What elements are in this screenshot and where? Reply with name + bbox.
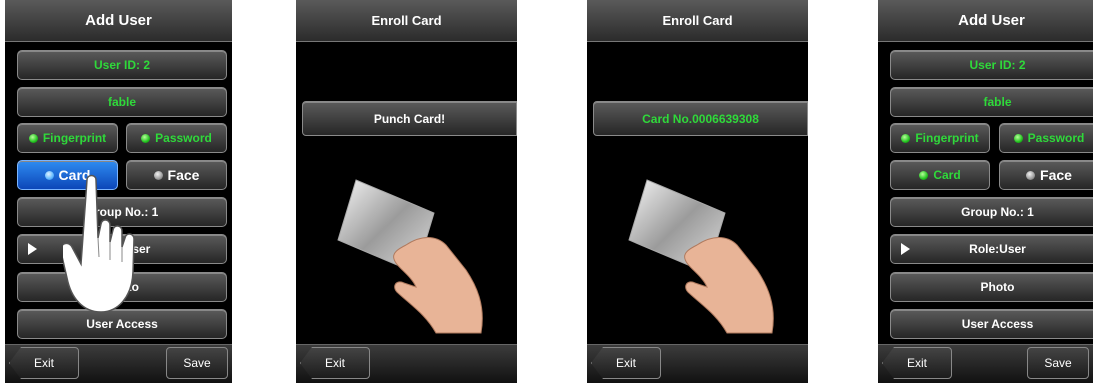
card-label: Card <box>933 168 961 182</box>
name-field[interactable]: fable <box>17 87 227 117</box>
tap-hand-icon <box>63 174 135 313</box>
exit-button[interactable]: Exit <box>300 347 370 379</box>
fingerprint-status-icon <box>901 133 911 143</box>
user-id-field[interactable]: User ID: 2 <box>17 50 227 80</box>
card-button[interactable]: Card <box>890 160 990 190</box>
role-arrow-icon <box>901 243 910 255</box>
role-arrow-icon <box>28 243 37 255</box>
card-hand-illustration <box>337 179 483 334</box>
bottom-bar: Exit Save <box>878 344 1093 383</box>
screen-enroll-card-punch: Enroll Card Punch Card! Exit <box>296 0 517 383</box>
password-label: Password <box>155 131 212 145</box>
fingerprint-button[interactable]: Fingerprint <box>17 123 118 153</box>
screen-add-user-after: Add User User ID: 2 fable Fingerprint Pa… <box>878 0 1093 383</box>
user-id-label: User ID: 2 <box>969 58 1026 72</box>
fingerprint-status-icon <box>28 133 38 143</box>
password-button[interactable]: Password <box>126 123 227 153</box>
face-button[interactable]: Face <box>999 160 1093 190</box>
card-number-label: Card No.0006639308 <box>642 111 759 126</box>
group-label: Group No.: 1 <box>961 205 1034 219</box>
name-label: fable <box>107 95 136 109</box>
role-label: Role:User <box>969 242 1026 256</box>
role-button[interactable]: Role:User <box>890 234 1093 264</box>
group-button[interactable]: Group No.: 1 <box>890 197 1093 227</box>
exit-button[interactable]: Exit <box>9 347 79 379</box>
page-title: Enroll Card <box>587 0 808 42</box>
password-status-icon <box>1013 133 1023 143</box>
save-button[interactable]: Save <box>1027 347 1089 379</box>
name-field[interactable]: fable <box>890 87 1093 117</box>
user-access-button[interactable]: User Access <box>890 309 1093 339</box>
bottom-bar: Exit Save <box>5 344 232 383</box>
face-label: Face <box>1040 167 1072 183</box>
fingerprint-label: Fingerprint <box>915 131 979 145</box>
fingerprint-label: Fingerprint <box>42 131 107 145</box>
user-id-label: User ID: 2 <box>93 58 151 72</box>
page-title: Add User <box>5 0 232 42</box>
card-status-icon <box>919 170 929 180</box>
screen-add-user-before: Add User User ID: 2 fable Fingerprint Pa… <box>5 0 232 383</box>
password-status-icon <box>141 133 151 143</box>
card-status-icon <box>44 170 54 180</box>
page-title: Add User <box>878 0 1093 42</box>
punch-card-message: Punch Card! <box>302 101 517 136</box>
fingerprint-button[interactable]: Fingerprint <box>890 123 990 153</box>
face-status-icon <box>1026 170 1036 180</box>
save-button[interactable]: Save <box>166 347 228 379</box>
bottom-bar: Exit <box>587 344 808 383</box>
name-label: fable <box>983 95 1012 109</box>
face-label: Face <box>167 167 200 183</box>
photo-label: Photo <box>980 280 1015 294</box>
photo-button[interactable]: Photo <box>890 272 1093 302</box>
user-id-field[interactable]: User ID: 2 <box>890 50 1093 80</box>
user-access-label: User Access <box>961 317 1034 331</box>
page-title: Enroll Card <box>296 0 517 42</box>
card-number-display: Card No.0006639308 <box>593 101 808 136</box>
card-hand-illustration <box>628 179 774 334</box>
bottom-bar: Exit <box>296 344 517 383</box>
exit-button[interactable]: Exit <box>882 347 952 379</box>
punch-card-label: Punch Card! <box>373 111 446 126</box>
password-button[interactable]: Password <box>999 123 1093 153</box>
exit-button[interactable]: Exit <box>591 347 661 379</box>
screen-enroll-card-number: Enroll Card Card No.0006639308 Exit <box>587 0 808 383</box>
password-label: Password <box>1027 131 1085 145</box>
